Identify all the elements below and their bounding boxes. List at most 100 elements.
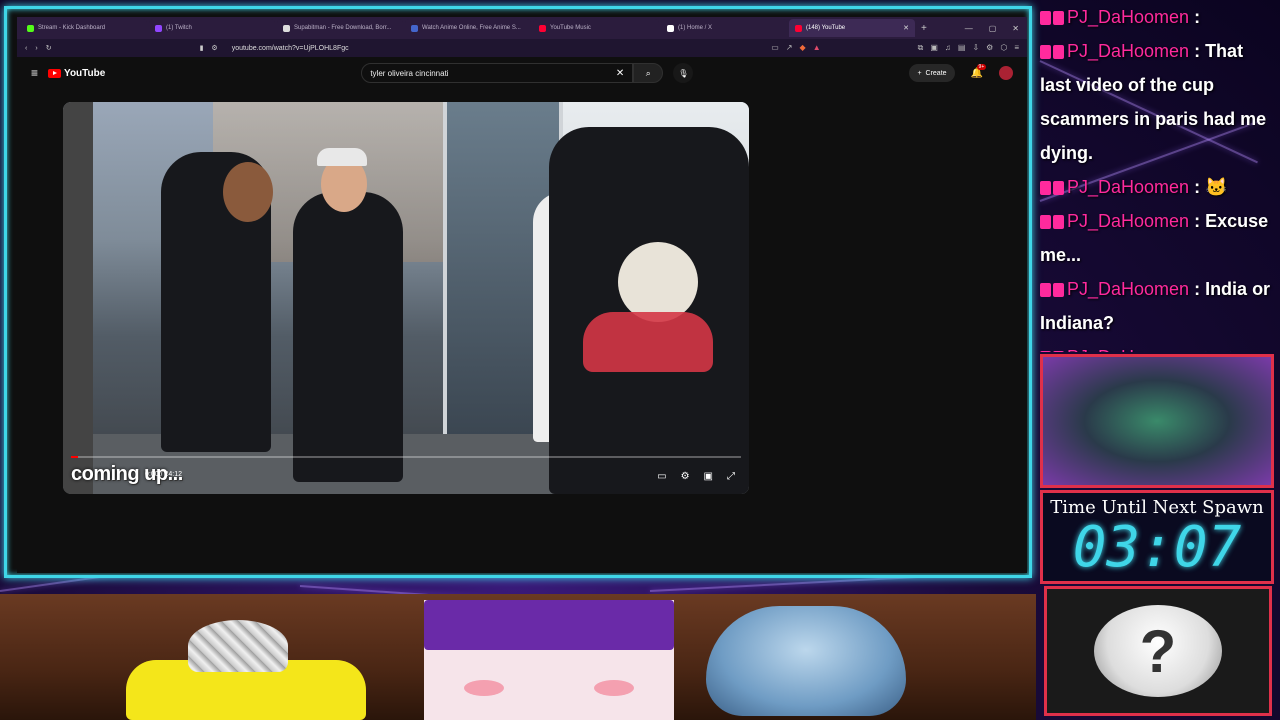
chat-message: PJ_DaHoomen : xyxy=(1034,0,1280,34)
fullscreen-icon[interactable]: ⤢ xyxy=(727,471,735,482)
chat-text: 🐱 xyxy=(1205,177,1228,197)
badge-icon xyxy=(1040,45,1051,60)
reload-icon[interactable]: ↻ xyxy=(46,44,52,52)
chat-badges xyxy=(1040,215,1064,230)
bookmark-icon[interactable]: ▮ xyxy=(200,44,204,52)
badge-icon xyxy=(1053,181,1064,196)
tab-label: Watch Anime Online, Free Anime S... xyxy=(422,25,521,31)
site-info-icon[interactable]: ⚙ xyxy=(211,44,217,52)
blush-right xyxy=(594,680,634,696)
back-icon[interactable]: ‹ xyxy=(25,45,27,52)
download-icon[interactable]: ⇩ xyxy=(972,43,979,53)
anime-girl-avatar xyxy=(424,600,674,720)
video-scene-pole xyxy=(63,102,93,494)
browser-tab[interactable]: (148) YouTube ✕ xyxy=(789,19,915,37)
badge-icon xyxy=(1040,283,1051,298)
settings-gear-icon[interactable]: ⚙ xyxy=(681,471,690,482)
tab-favicon-icon xyxy=(795,24,802,32)
chat-separator: : xyxy=(1189,177,1206,197)
chat-message: PJ_DaHoomen : >.< xyxy=(1034,340,1280,352)
notifications-button[interactable]: 🔔 9+ xyxy=(971,63,987,79)
youtube-header: ≡ YouTube tyler oliveira cincinnati ✕ ⌕ … xyxy=(17,57,1027,89)
menu-icon[interactable]: ≡ xyxy=(1014,43,1019,53)
chat-username[interactable]: PJ_DaHoomen xyxy=(1067,7,1189,27)
chat-username[interactable]: PJ_DaHoomen xyxy=(1067,41,1189,61)
url-field[interactable]: youtube.com/watch?v=UjPLOHL8Fgc xyxy=(232,45,349,52)
puzzle-icon[interactable]: ▣ xyxy=(930,43,938,53)
close-window-icon[interactable]: ✕ xyxy=(1012,24,1019,33)
extension-icon[interactable]: ⧉ xyxy=(918,43,924,53)
foil-hat-icon xyxy=(188,620,288,672)
browser-tab[interactable]: Stream - Kick Dashboard xyxy=(21,19,147,37)
browser-tab[interactable]: Watch Anime Online, Free Anime S... xyxy=(405,19,531,37)
share-icon[interactable]: ↗ xyxy=(786,43,793,53)
chat-message: PJ_DaHoomen : India or Indiana? xyxy=(1034,272,1280,340)
voice-search-button[interactable]: 🎙 xyxy=(673,63,694,83)
youtube-play-icon xyxy=(48,68,62,78)
forward-icon[interactable]: › xyxy=(35,45,37,52)
chat-separator: : xyxy=(1189,279,1206,299)
vpn-icon[interactable]: ⬡ xyxy=(1000,43,1007,53)
music-icon[interactable]: ♫ xyxy=(945,43,951,53)
shark-avatar xyxy=(706,606,906,720)
chat-username[interactable]: PJ_DaHoomen xyxy=(1067,347,1189,352)
new-tab-button[interactable]: + xyxy=(921,23,927,34)
create-button[interactable]: + Create xyxy=(909,64,955,82)
close-tab-icon[interactable]: ✕ xyxy=(903,24,909,32)
video-fire-graphic xyxy=(583,312,713,372)
chat-text: >.< xyxy=(1205,347,1231,352)
chat-badges xyxy=(1040,351,1064,352)
chat-username[interactable]: PJ_DaHoomen xyxy=(1067,177,1189,197)
clear-search-icon[interactable]: ✕ xyxy=(616,68,624,79)
account-avatar[interactable] xyxy=(999,66,1013,80)
badge-icon xyxy=(1040,215,1051,230)
search-input[interactable]: tyler oliveira cincinnati ✕ xyxy=(361,63,634,83)
stream-chat: PJ_DaHoomen : PJ_DaHoomen : That last vi… xyxy=(1034,0,1280,352)
plus-icon: + xyxy=(917,69,922,77)
tab-favicon-icon xyxy=(411,24,418,32)
subtitles-icon[interactable]: ▭ xyxy=(657,471,666,482)
chat-badges xyxy=(1040,283,1064,298)
browser-tab[interactable]: (1) Twitch xyxy=(149,19,275,37)
youtube-logo[interactable]: YouTube xyxy=(48,68,105,79)
cast-icon[interactable]: ▭ xyxy=(771,43,779,53)
browser-tab[interactable]: (1) Home / X xyxy=(661,19,787,37)
tab-label: (148) YouTube xyxy=(806,25,846,31)
address-bar: ‹ › ↻ ▮ ⚙ youtube.com/watch?v=UjPLOHL8Fg… xyxy=(17,39,1027,57)
minimize-icon[interactable]: — xyxy=(965,24,973,33)
sidebar-icon[interactable]: ▤ xyxy=(958,43,966,53)
spawn-timer: Time Until Next Spawn 03:07 xyxy=(1040,490,1274,584)
browser-window: Stream - Kick Dashboard (1) Twitch Supabit… xyxy=(17,17,1027,573)
video-controls: ▭ ⚙ ▣ ⤢ xyxy=(657,471,735,482)
browser-tab[interactable]: Supabitman - Free Download, Borr... xyxy=(277,19,403,37)
blush-left xyxy=(464,680,504,696)
hamburger-menu-icon[interactable]: ≡ xyxy=(31,66,38,80)
shield-icon[interactable]: ◆ xyxy=(800,43,806,53)
chat-badges xyxy=(1040,181,1064,196)
browser-tab[interactable]: YouTube Music xyxy=(533,19,659,37)
badge-icon xyxy=(1053,351,1064,352)
video-skull-graphic xyxy=(618,242,698,322)
miniplayer-icon[interactable]: ▣ xyxy=(704,471,713,482)
tab-favicon-icon xyxy=(27,24,34,32)
chat-username[interactable]: PJ_DaHoomen xyxy=(1067,211,1189,231)
timer-value: 03:07 xyxy=(1072,515,1242,580)
mystery-box: ? xyxy=(1044,586,1272,716)
video-progress-bar[interactable] xyxy=(71,456,741,458)
maximize-icon[interactable]: ▢ xyxy=(989,24,997,33)
video-person xyxy=(293,192,403,482)
video-player[interactable]: coming up... 0:00 / 24:12 ▭ ⚙ ▣ ⤢ xyxy=(63,102,749,494)
window-controls: — ▢ ✕ xyxy=(965,24,1027,33)
video-person-head xyxy=(223,162,273,222)
alert-icon[interactable]: ▲ xyxy=(813,43,821,53)
chat-username[interactable]: PJ_DaHoomen xyxy=(1067,279,1189,299)
mystery-symbol: ? xyxy=(1139,617,1177,685)
youtube-logo-text: YouTube xyxy=(64,67,106,79)
tab-label: Stream - Kick Dashboard xyxy=(38,25,106,31)
mic-icon: 🎙 xyxy=(678,68,689,78)
settings-icon[interactable]: ⚙ xyxy=(986,43,993,53)
create-label: Create xyxy=(925,69,947,77)
mystery-ball-icon: ? xyxy=(1094,605,1222,697)
chat-badges xyxy=(1040,45,1064,60)
search-button[interactable]: ⌕ xyxy=(633,63,664,83)
